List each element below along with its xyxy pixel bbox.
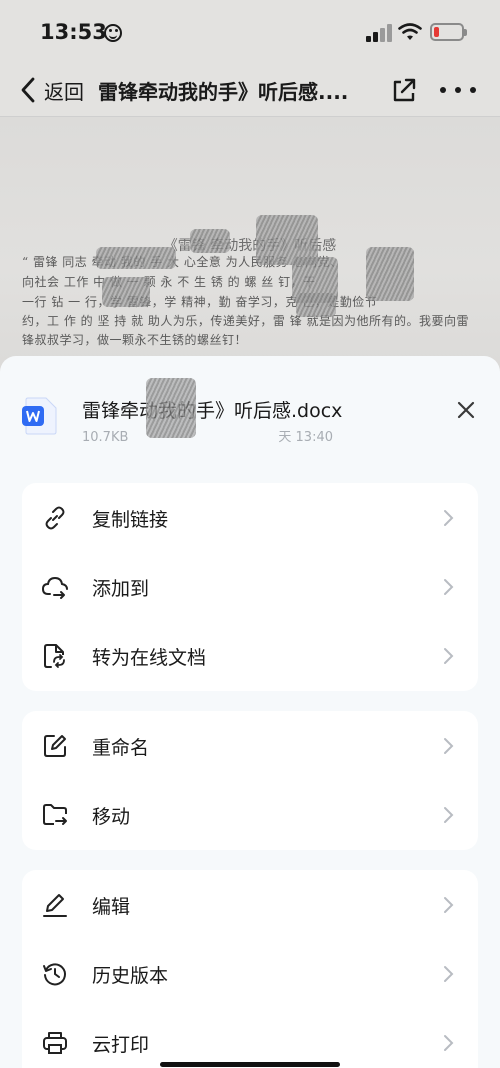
home-indicator[interactable] (160, 1062, 340, 1067)
menu-item-rename[interactable]: 重命名 (22, 711, 478, 780)
redaction-scribble (366, 247, 414, 301)
chevron-right-icon (444, 807, 454, 823)
file-modified-time: 天 13:40 (278, 430, 333, 445)
back-button[interactable]: 返回 (16, 70, 84, 110)
focus-smiley-icon (104, 24, 122, 42)
menu-item-label: 编辑 (92, 896, 131, 918)
printer-icon (43, 1032, 67, 1054)
history-icon (43, 963, 66, 986)
chevron-right-icon (444, 1035, 454, 1051)
page-title: 雷锋牵动我的手》听后感.... (98, 80, 349, 104)
rename-icon (44, 735, 66, 757)
menu-item-move[interactable]: 移动 (22, 780, 478, 849)
redaction-scribble (102, 277, 150, 307)
action-group: 重命名 移动 (22, 711, 478, 850)
wifi-icon (398, 23, 422, 40)
screen: 13:53 返回 雷锋牵动我的手》听后感.... 《雷锋 牵动我的手》听后感 “… (0, 0, 500, 1068)
menu-item-edit[interactable]: 编辑 (22, 870, 478, 939)
word-doc-icon (22, 397, 57, 435)
chevron-right-icon (444, 738, 454, 754)
cellular-signal-icon (366, 24, 392, 42)
file-size: 10.7KB (82, 430, 129, 445)
chevron-right-icon (444, 966, 454, 982)
chevron-right-icon (444, 648, 454, 664)
back-label: 返回 (44, 79, 84, 104)
status-time: 13:53 (40, 20, 107, 44)
chevron-right-icon (444, 897, 454, 913)
menu-item-label: 转为在线文档 (92, 647, 207, 669)
chevron-left-icon (21, 77, 35, 103)
file-name: 雷锋牵动我的手》听后感.docx (82, 400, 343, 422)
menu-item-label: 添加到 (92, 578, 150, 600)
menu-item-convert-online-doc[interactable]: 转为在线文档 (22, 621, 478, 690)
menu-item-copy-link[interactable]: 复制链接 (22, 483, 478, 552)
nav-bar: 返回 雷锋牵动我的手》听后感.... (0, 64, 500, 116)
redaction-scribble (146, 378, 196, 438)
menu-item-label: 重命名 (92, 737, 150, 759)
menu-item-cloud-print[interactable]: 云打印 (22, 1008, 478, 1068)
menu-item-label: 移动 (92, 806, 131, 828)
action-group: 复制链接 添加到 转为在线文档 (22, 483, 478, 691)
chevron-right-icon (444, 510, 454, 526)
redaction-scribble (190, 229, 230, 253)
edit-pen-icon (43, 894, 67, 917)
dot-icon (440, 87, 446, 93)
menu-item-label: 云打印 (92, 1034, 150, 1056)
battery-icon (430, 23, 467, 41)
document-line: 锋叔叔学习，做一颗永不生锈的螺丝钉！ (22, 333, 248, 347)
menu-item-history[interactable]: 历史版本 (22, 939, 478, 1008)
document-line: 一行 钻 一 行，学 雷锋，学 精神，勤 奋学习，克 己，是勤俭节 (22, 295, 378, 309)
link-icon (45, 506, 65, 530)
document-line: 约，工 作 的 坚 持 就 助人为乐，传递美好，雷 锋 就是因为他所有的。我要向… (22, 314, 470, 328)
chevron-right-icon (444, 579, 454, 595)
cloud-add-icon (42, 576, 68, 599)
dot-icon (470, 87, 476, 93)
more-options-button[interactable] (440, 76, 476, 104)
menu-item-label: 复制链接 (92, 509, 169, 531)
file-header: 雷锋牵动我的手》听后感.docx 10.7KB 天 13:40 (0, 356, 500, 456)
status-bar: 13:53 (0, 0, 500, 64)
move-folder-icon (43, 804, 67, 825)
action-sheet: 雷锋牵动我的手》听后感.docx 10.7KB 天 13:40 复制链接 添加到… (0, 356, 500, 1068)
redaction-scribble (96, 247, 176, 269)
battery-level (434, 27, 439, 37)
menu-item-add-to[interactable]: 添加到 (22, 552, 478, 621)
action-group: 编辑 历史版本 云打印 (22, 870, 478, 1068)
redaction-scribble (296, 293, 336, 317)
convert-doc-icon (44, 644, 65, 668)
document-line: 向社会 工作 中 做 一 颗 永 不 生 锈 的 螺 丝 钉，干 (22, 275, 316, 289)
share-icon[interactable] (388, 74, 420, 106)
document-heading: 《雷锋 牵动我的手》听后感 (163, 238, 337, 254)
dot-icon (455, 87, 461, 93)
file-meta: 10.7KB 天 13:40 (82, 426, 333, 445)
close-icon[interactable] (454, 398, 478, 422)
menu-item-label: 历史版本 (92, 965, 169, 987)
